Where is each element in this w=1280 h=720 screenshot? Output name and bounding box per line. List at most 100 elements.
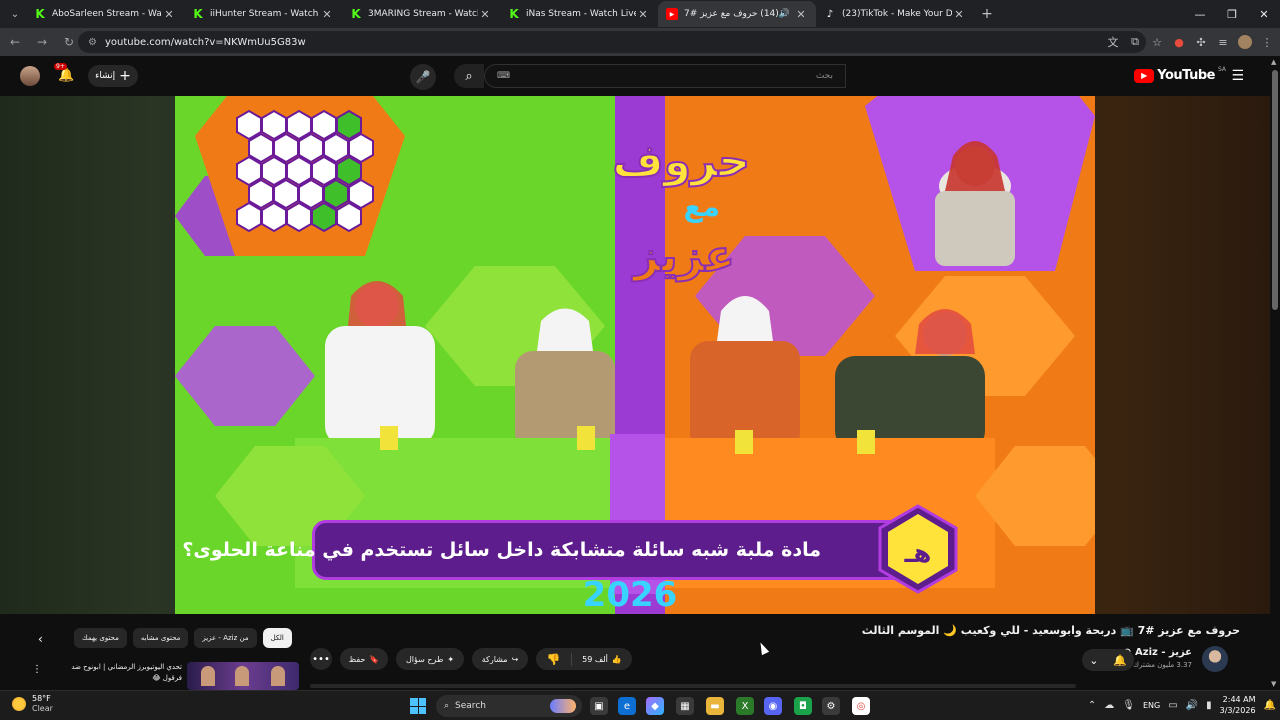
chip-all[interactable]: الكل [262,628,292,648]
youtube-logo[interactable]: ▶ YouTube SA [1134,66,1226,83]
notifications-bell-icon[interactable]: 🔔 9+ [54,63,74,83]
search-input[interactable]: ⌨ بحث [484,64,846,88]
tab-search-chevron-icon[interactable]: ⌄ [4,4,26,24]
tab-close-icon[interactable]: ✕ [636,8,650,21]
more-actions-button[interactable]: ••• [310,648,332,670]
browser-tab[interactable]: K iNas Stream - Watch Live on Ki ✕ [500,1,658,27]
notification-count-badge: 9+ [54,63,67,70]
account-avatar[interactable] [20,66,40,86]
create-button[interactable]: إنشاء + [88,65,138,87]
mic-icon[interactable]: 🎙 [1122,700,1135,711]
extensions-puzzle-icon[interactable]: ✣ [1194,35,1208,49]
url-bar[interactable]: ⚙ youtube.com/watch?v=NKWmUu5G83w [78,31,1146,53]
discord-icon[interactable]: ◉ [764,697,782,715]
youtube-play-icon: ▶ [1134,68,1155,83]
profile-avatar[interactable] [1238,35,1252,49]
ask-label: طرح سؤال [405,654,444,664]
clock[interactable]: 2:44 AM 3/3/2026 [1220,694,1256,716]
browser-toolbar-icons: 文 ⧉ ☆ ● ✣ ≡ ⋮ [1106,31,1274,53]
keyboard-icon[interactable]: ⌨ [497,71,510,81]
subscriber-count: 3.37 مليون مشترك [1133,661,1192,669]
tab-close-icon[interactable]: ✕ [952,8,966,21]
address-toolbar: ← → ↻ ⚙ youtube.com/watch?v=NKWmUu5G83w … [0,28,1280,56]
svg-text:مع: مع [684,190,720,223]
browser-tab[interactable]: ♪ (23)TikTok - Make Your Day ✕ [816,1,974,27]
clock-time: 2:44 AM [1222,695,1256,704]
translate-icon[interactable]: 文 [1106,35,1120,49]
browser-tab[interactable]: K iiHunter Stream - Watch Live on ✕ [184,1,342,27]
windows-start-icon[interactable] [410,698,426,714]
chip-from-channel[interactable]: من Aziz - عزيز [194,628,257,648]
subscribed-button[interactable]: ⌄ 🔔 [1082,649,1134,671]
copilot-icon[interactable]: ◆ [646,697,664,715]
tab-title: 3MARING Stream - Watch Live [368,9,478,19]
restore-button[interactable]: ❐ [1216,0,1248,28]
tab-close-icon[interactable]: ✕ [478,8,492,21]
kick-icon: K [193,7,203,21]
tab-close-icon[interactable]: ✕ [794,8,808,21]
scroll-up-arrow-icon[interactable]: ▲ [1271,58,1276,66]
minimize-button[interactable]: — [1184,0,1216,28]
sparkle-icon: ✦ [447,654,455,664]
task-view-icon[interactable]: ▣ [590,697,608,715]
onedrive-icon[interactable]: ☁ [1104,700,1114,711]
new-tab-button[interactable]: + [974,6,1000,22]
close-button[interactable]: ✕ [1248,0,1280,28]
guide-menu-icon[interactable]: ☰ [1231,68,1244,84]
chip-similar[interactable]: محتوى مشابه [132,628,189,648]
svg-text:هـ: هـ [904,539,932,569]
reading-list-icon[interactable]: ≡ [1216,35,1230,49]
extension-record-icon[interactable]: ● [1172,35,1186,49]
watch-metadata: حروف مع عزيز #7 📺 دربحة وابوسعيد - للي و… [0,614,1270,690]
scrollbar-thumb[interactable] [1272,70,1278,310]
volume-icon[interactable]: 🔊 [1186,700,1198,711]
search-placeholder: بحث [815,71,833,81]
site-info-icon[interactable]: ⚙ [88,37,97,48]
chrome-icon[interactable]: ◎ [852,697,870,715]
plus-icon: + [119,68,131,84]
system-tray: ⌃ ☁ 🎙 ENG ▭ 🔊 ▮ 2:44 AM 3/3/2026 🔔 [1088,694,1276,716]
search-icon[interactable]: ⌕ [454,64,484,88]
tab-close-icon[interactable]: ✕ [162,8,176,21]
like-button[interactable]: 59 ألف 👍 [572,655,632,664]
question-banner: مادة ملبة شبه سائلة متشابكة داخل سائل تس… [182,520,932,580]
battery-icon[interactable]: ▮ [1206,700,1212,711]
dislike-button[interactable]: 👎 [536,652,572,666]
chevron-left-icon[interactable]: ‹ [38,632,43,646]
tray-overflow-icon[interactable]: ⌃ [1088,700,1096,711]
save-button[interactable]: حفظ 🔖 [340,648,388,670]
scroll-down-arrow-icon[interactable]: ▼ [1271,680,1276,688]
steam-icon[interactable]: ⚙ [822,697,840,715]
display-icon[interactable]: ▭ [1168,700,1177,711]
edge-icon[interactable]: e [618,697,636,715]
browser-menu-icon[interactable]: ⋮ [1260,35,1274,49]
forward-arrow-icon[interactable]: → [30,30,54,54]
chip-similar-interest[interactable]: محتوى يهمك [74,628,127,648]
voice-search-mic-icon[interactable]: 🎤 [410,64,436,90]
tab-close-icon[interactable]: ✕ [320,8,334,21]
install-app-icon[interactable]: ⧉ [1128,35,1142,49]
taskbar-search[interactable]: ⌕ Search [436,695,582,717]
speaker-icon[interactable]: 🔊 [779,9,790,19]
channel-avatar[interactable] [1202,646,1228,672]
browser-tab-active[interactable]: ▶ (14) حروف مع عزيز #7 | 🔊 ✕ [658,1,816,27]
browser-tab[interactable]: K 3MARING Stream - Watch Live ✕ [342,1,500,27]
notification-bell-icon[interactable]: 🔔 [1264,700,1276,711]
file-explorer-icon[interactable]: ▬ [706,697,724,715]
recommendation-menu-icon[interactable]: ⋮ [32,664,42,675]
app-icon[interactable]: ◘ [794,697,812,715]
page-scrollbar[interactable]: ▲ ▼ [1270,56,1280,690]
store-icon[interactable]: ▦ [676,697,694,715]
share-button[interactable]: مشاركة ↪ [472,648,528,670]
recommendation-title[interactable]: تحدي اليوتيوبرز الرمضاني | ابونوح ضد فرق… [56,662,182,684]
ask-button[interactable]: طرح سؤال ✦ [396,648,464,670]
tiktok-icon: ♪ [826,8,834,20]
question-text: مادة ملبة شبه سائلة متشابكة داخل سائل تس… [182,539,821,561]
browser-tab[interactable]: K AboSarleen Stream - Watch Live ✕ [26,1,184,27]
bookmark-star-icon[interactable]: ☆ [1150,35,1164,49]
back-arrow-icon[interactable]: ← [3,30,27,54]
xbox-icon[interactable]: X [736,697,754,715]
weather-widget[interactable]: 58°F Clear [12,694,53,714]
language-indicator[interactable]: ENG [1143,701,1160,710]
recommendation-thumbnail[interactable] [187,662,299,690]
